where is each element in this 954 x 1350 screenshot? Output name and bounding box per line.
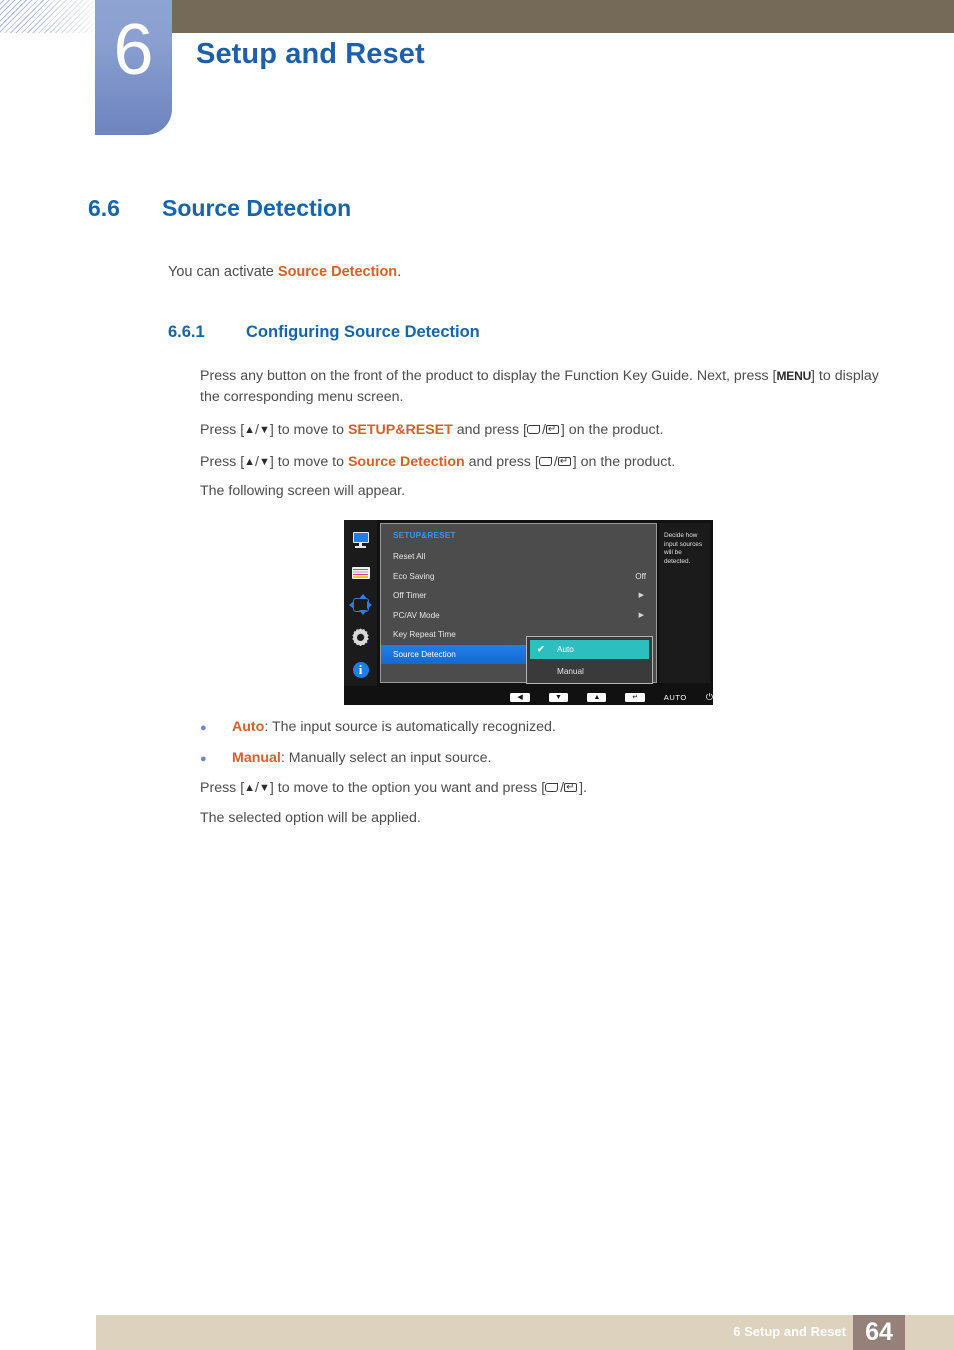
- chapter-number: 6: [113, 10, 154, 90]
- p3-text-a: Press [: [200, 454, 245, 470]
- osd-function-key-guide: ◀ ▼ ▲ ↵ AUTO ⏻: [344, 690, 713, 705]
- bullet-point-icon: ●: [200, 753, 207, 765]
- osd-menu-item-reset-all[interactable]: Reset All: [381, 547, 658, 567]
- p3-text-d: ] on the product.: [572, 454, 676, 470]
- down-arrow-icon: ▼: [259, 782, 270, 794]
- paragraph-press-to-select-option: Press [▲/▼] to move to the option you wa…: [200, 778, 890, 799]
- p2-text-c: and press [: [452, 422, 527, 438]
- up-arrow-icon: ▲: [244, 782, 256, 794]
- footer-page-box: 64: [853, 1315, 905, 1350]
- bullet-point-icon: ●: [200, 722, 207, 734]
- size-position-icon[interactable]: [349, 594, 372, 616]
- osd-help-panel: Decide how input sources will be detecte…: [659, 523, 710, 683]
- osd-submenu-option-auto[interactable]: ✔ Auto: [530, 640, 649, 659]
- page-number: 64: [865, 1318, 893, 1346]
- chevron-right-icon: ▶: [638, 611, 644, 619]
- osd-submenu-label: Manual: [557, 667, 584, 676]
- osd-item-label: Source Detection: [393, 649, 456, 659]
- bullet-term: Auto: [232, 719, 265, 735]
- header-brown-bar: [172, 0, 954, 33]
- menu-key-label: MENU: [776, 369, 812, 383]
- color-bars-icon[interactable]: [350, 563, 372, 583]
- osd-item-label: Eco Saving: [393, 571, 435, 581]
- intro-suffix: .: [397, 264, 402, 280]
- section-heading: 6.6 Source Detection: [88, 193, 888, 223]
- paragraph-following-screen: The following screen will appear.: [200, 483, 406, 499]
- p3-text-b: ] to move to: [269, 454, 348, 470]
- bullet-description: : Manually select an input source.: [280, 750, 492, 766]
- down-arrow-icon: ▼: [259, 424, 270, 436]
- setup-gear-icon[interactable]: [350, 627, 372, 647]
- information-icon[interactable]: i: [350, 660, 372, 680]
- p2-text-d: ] on the product.: [560, 422, 664, 438]
- osd-icon-sidebar: i: [344, 520, 377, 686]
- stripes-fade-overlay: [0, 0, 96, 33]
- osd-menu-screenshot: i SETUP&RESET Reset All Eco Saving Off O…: [344, 520, 713, 705]
- back-key-icon: [526, 425, 542, 436]
- intro-highlight: Source Detection: [277, 264, 398, 280]
- section-number: 6.6: [88, 195, 120, 221]
- up-arrow-icon: ▲: [244, 424, 256, 436]
- osd-item-label: Off Timer: [393, 591, 427, 600]
- paragraph-move-to-setupreset: Press [▲/▼] to move to SETUP&RESET and p…: [200, 420, 890, 441]
- subsection-title: Configuring Source Detection: [246, 323, 480, 341]
- p1-text-a: Press any button on the front of the pro…: [200, 368, 777, 384]
- osd-menu-item-off-timer[interactable]: Off Timer ▶: [381, 586, 658, 606]
- chevron-right-icon: ▶: [638, 592, 644, 599]
- chapter-number-badge: 6: [95, 0, 172, 135]
- list-item-auto: ● Auto: The input source is automatically…: [200, 716, 556, 739]
- page-header: 6 Setup and Reset: [0, 0, 954, 140]
- paragraph-press-any-button: Press any button on the front of the pro…: [200, 366, 890, 408]
- osd-menu-item-eco-saving[interactable]: Eco Saving Off: [381, 567, 658, 587]
- osd-key-auto-label[interactable]: AUTO: [664, 693, 687, 702]
- up-arrow-icon: ▲: [244, 456, 256, 468]
- footer-chapter-label: 6 Setup and Reset: [733, 1324, 846, 1339]
- source-detection-highlight: Source Detection: [347, 454, 465, 470]
- list-item-manual: ● Manual: Manually select an input source…: [200, 747, 491, 770]
- osd-menu-panel: SETUP&RESET Reset All Eco Saving Off Off…: [380, 523, 658, 684]
- back-key-icon: [538, 457, 554, 468]
- paragraph-move-to-source-detection: Press [▲/▼] to move to Source Detection …: [200, 452, 890, 473]
- osd-key-left[interactable]: ◀: [510, 693, 530, 702]
- osd-key-enter[interactable]: ↵: [625, 693, 645, 702]
- p2-text-b: ] to move to: [269, 422, 348, 438]
- p2-text-a: Press [: [200, 422, 245, 438]
- intro-prefix: You can activate: [168, 264, 278, 280]
- osd-item-label: PC/AV Mode: [393, 610, 440, 620]
- bullet-description: : The input source is automatically reco…: [264, 719, 556, 735]
- p5-text-c: ].: [579, 780, 587, 796]
- osd-key-down[interactable]: ▼: [548, 693, 568, 702]
- osd-menu-header: SETUP&RESET: [393, 531, 456, 540]
- osd-key-up[interactable]: ▲: [586, 693, 607, 702]
- display-icon[interactable]: [350, 530, 372, 550]
- p5-text-a: Press [: [200, 780, 245, 796]
- osd-submenu-source-detection: ✔ Auto Manual: [526, 636, 653, 684]
- osd-submenu-option-manual[interactable]: Manual: [530, 662, 649, 681]
- osd-submenu-label: Auto: [557, 645, 574, 654]
- enter-key-icon: ↵: [545, 424, 561, 436]
- osd-menu-item-source-detection[interactable]: Source Detection: [381, 644, 529, 664]
- chapter-title: Setup and Reset: [196, 38, 425, 70]
- bullet-term: Manual: [232, 750, 281, 766]
- p5-text-b: ] to move to the option you want and pre…: [269, 780, 546, 796]
- osd-menu-item-pc-av-mode[interactable]: PC/AV Mode ▶: [381, 606, 658, 626]
- p3-text-c: and press [: [464, 454, 539, 470]
- osd-help-text: Decide how input sources will be detecte…: [664, 532, 703, 565]
- check-icon: ✔: [537, 644, 545, 654]
- osd-item-label: Key Repeat Time: [393, 630, 456, 639]
- osd-item-label: Reset All: [393, 552, 426, 561]
- section-intro: You can activate Source Detection.: [168, 262, 401, 283]
- back-key-icon: [545, 783, 560, 794]
- subsection-number: 6.6.1: [168, 323, 205, 341]
- enter-key-icon: ↵: [564, 782, 579, 794]
- subsection-heading: 6.6.1 Configuring Source Detection: [168, 320, 868, 344]
- setupreset-highlight: SETUP&RESET: [347, 422, 453, 438]
- osd-item-value: Off: [635, 571, 646, 581]
- power-icon[interactable]: ⏻: [706, 693, 713, 702]
- enter-key-icon: ↵: [557, 456, 573, 468]
- paragraph-selected-option-applied: The selected option will be applied.: [200, 810, 421, 826]
- section-title: Source Detection: [162, 195, 352, 221]
- down-arrow-icon: ▼: [259, 456, 270, 468]
